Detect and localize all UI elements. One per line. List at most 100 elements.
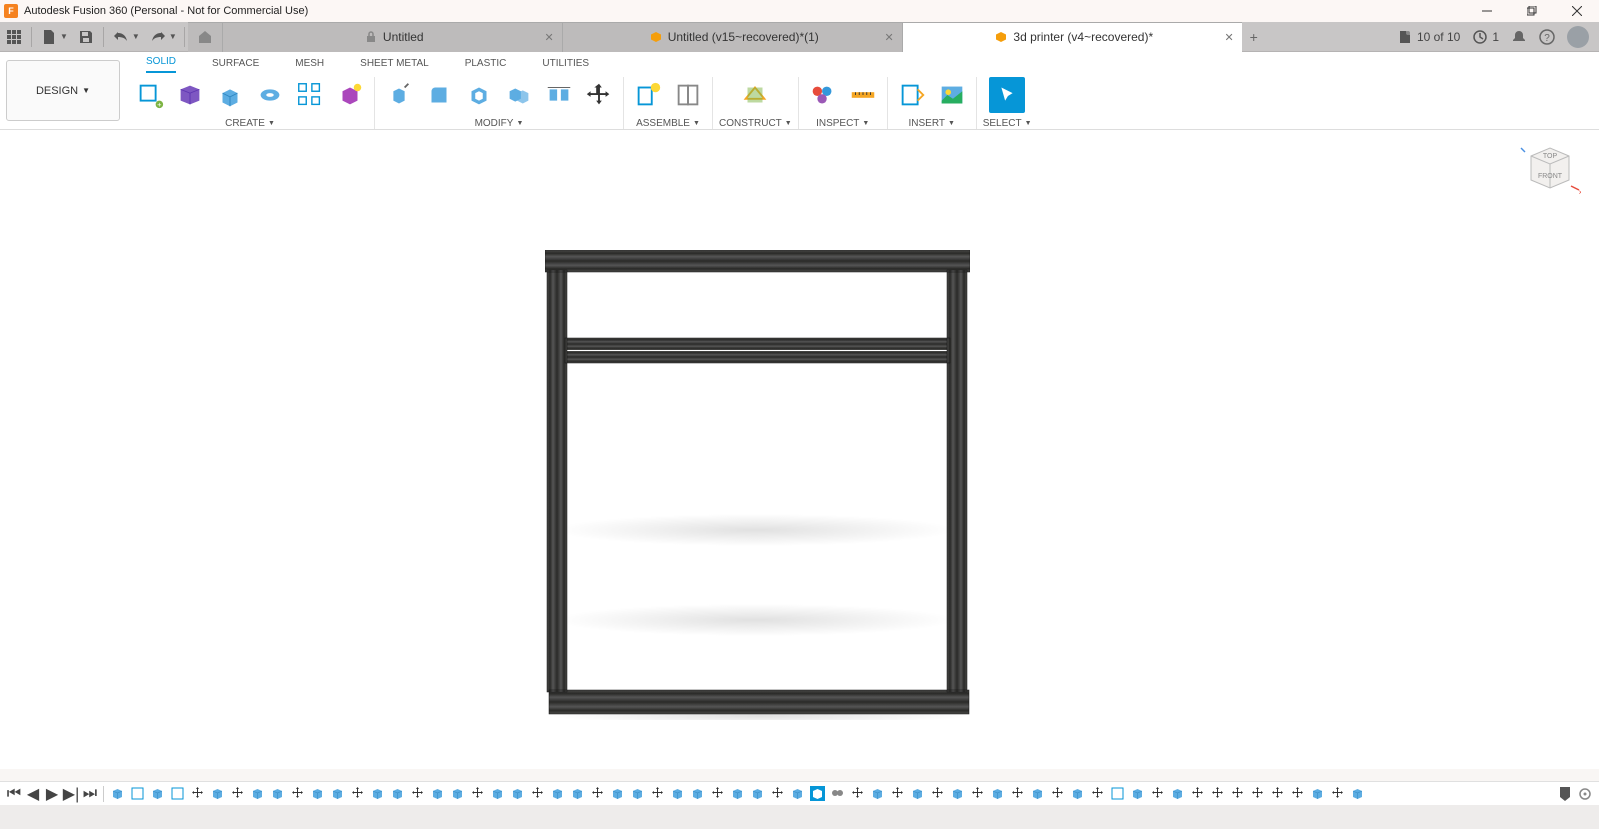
timeline-feature-16[interactable] <box>429 785 446 802</box>
document-tab-0[interactable]: Untitled ✕ <box>222 22 562 52</box>
file-menu-caret[interactable]: ▼ <box>60 32 72 41</box>
timeline-feature-25[interactable] <box>609 785 626 802</box>
timeline-feature-12[interactable] <box>349 785 366 802</box>
press-pull-tool[interactable] <box>381 77 417 113</box>
undo-button[interactable] <box>107 23 135 51</box>
viewcube[interactable]: x TOP FRONT <box>1519 138 1581 200</box>
group-label-assemble[interactable]: ASSEMBLE▼ <box>636 118 700 129</box>
timeline-feature-7[interactable] <box>249 785 266 802</box>
timeline-feature-3[interactable] <box>169 785 186 802</box>
timeline-feature-47[interactable] <box>1049 785 1066 802</box>
joint-tool[interactable] <box>670 77 706 113</box>
ribbon-tab-utilities[interactable]: UTILITIES <box>542 58 589 73</box>
ruler-tool[interactable] <box>845 77 881 113</box>
group-label-inspect[interactable]: INSPECT▼ <box>816 118 869 129</box>
timeline-settings[interactable] <box>1577 786 1593 802</box>
group-label-modify[interactable]: MODIFY▼ <box>475 118 524 129</box>
create-sketch-tool[interactable]: + <box>132 77 168 113</box>
move-tool[interactable] <box>581 77 617 113</box>
timeline-feature-49[interactable] <box>1089 785 1106 802</box>
insert-decal-tool[interactable] <box>934 77 970 113</box>
timeline-feature-30[interactable] <box>709 785 726 802</box>
timeline-feature-24[interactable] <box>589 785 606 802</box>
rect-pattern-tool[interactable] <box>292 77 328 113</box>
revolve-tool[interactable] <box>252 77 288 113</box>
model-frame[interactable] <box>545 250 970 720</box>
combine-tool[interactable] <box>501 77 537 113</box>
timeline-feature-61[interactable] <box>1329 785 1346 802</box>
timeline-feature-46[interactable] <box>1029 785 1046 802</box>
timeline-feature-6[interactable] <box>229 785 246 802</box>
timeline-feature-32[interactable] <box>749 785 766 802</box>
home-tab[interactable] <box>188 22 222 52</box>
redo-caret[interactable]: ▼ <box>169 32 181 41</box>
user-avatar[interactable] <box>1567 26 1589 48</box>
tab-close-1[interactable]: ✕ <box>885 31 894 44</box>
timeline-prev[interactable]: ◀ <box>25 786 41 802</box>
ribbon-tab-surface[interactable]: SURFACE <box>212 58 259 73</box>
minimize-button[interactable] <box>1464 0 1509 22</box>
timeline-feature-1[interactable] <box>129 785 146 802</box>
timeline-feature-51[interactable] <box>1129 785 1146 802</box>
timeline-feature-53[interactable] <box>1169 785 1186 802</box>
ribbon-tab-sheetmetal[interactable]: SHEET METAL <box>360 58 429 73</box>
timeline-feature-4[interactable] <box>189 785 206 802</box>
timeline-feature-19[interactable] <box>489 785 506 802</box>
timeline-feature-10[interactable] <box>309 785 326 802</box>
shell-tool[interactable] <box>461 77 497 113</box>
viewport[interactable]: x TOP FRONT <box>0 130 1599 769</box>
timeline-feature-27[interactable] <box>649 785 666 802</box>
group-label-create[interactable]: CREATE▼ <box>225 118 275 129</box>
group-label-insert[interactable]: INSERT▼ <box>909 118 955 129</box>
timeline-feature-33[interactable] <box>769 785 786 802</box>
timeline-feature-38[interactable] <box>869 785 886 802</box>
select-tool[interactable] <box>989 77 1025 113</box>
file-menu[interactable] <box>35 23 63 51</box>
document-tab-2[interactable]: 3d printer (v4~recovered)* ✕ <box>902 22 1242 52</box>
timeline-feature-41[interactable] <box>929 785 946 802</box>
ribbon-tab-solid[interactable]: SOLID <box>146 56 176 73</box>
timeline-feature-29[interactable] <box>689 785 706 802</box>
data-panel-button[interactable] <box>0 23 28 51</box>
timeline-feature-15[interactable] <box>409 785 426 802</box>
tab-close-0[interactable]: ✕ <box>545 31 554 44</box>
fillet-tool[interactable] <box>421 77 457 113</box>
timeline-feature-37[interactable] <box>849 785 866 802</box>
timeline-feature-45[interactable] <box>1009 785 1026 802</box>
timeline-feature-0[interactable] <box>109 785 126 802</box>
timeline-feature-8[interactable] <box>269 785 286 802</box>
timeline-feature-13[interactable] <box>369 785 386 802</box>
timeline-feature-26[interactable] <box>629 785 646 802</box>
timeline-feature-20[interactable] <box>509 785 526 802</box>
timeline-feature-17[interactable] <box>449 785 466 802</box>
timeline-next[interactable]: ▶| <box>63 786 79 802</box>
timeline-feature-40[interactable] <box>909 785 926 802</box>
timeline-feature-21[interactable] <box>529 785 546 802</box>
timeline-feature-39[interactable] <box>889 785 906 802</box>
insert-derive-tool[interactable] <box>894 77 930 113</box>
timeline-last[interactable]: ⏭ <box>82 786 98 802</box>
construct-plane-tool[interactable] <box>737 77 773 113</box>
tab-close-2[interactable]: ✕ <box>1225 31 1234 44</box>
timeline-feature-52[interactable] <box>1149 785 1166 802</box>
timeline-feature-54[interactable] <box>1189 785 1206 802</box>
timeline-feature-23[interactable] <box>569 785 586 802</box>
ribbon-tab-mesh[interactable]: MESH <box>295 58 324 73</box>
measure-tool[interactable] <box>805 77 841 113</box>
extrude-tool[interactable] <box>212 77 248 113</box>
maximize-button[interactable] <box>1509 0 1554 22</box>
help-button[interactable]: ? <box>1539 29 1555 45</box>
timeline-feature-9[interactable] <box>289 785 306 802</box>
timeline-feature-34[interactable] <box>789 785 806 802</box>
save-button[interactable] <box>72 23 100 51</box>
box-tool[interactable] <box>332 77 368 113</box>
group-label-construct[interactable]: CONSTRUCT▼ <box>719 118 792 129</box>
timeline-feature-59[interactable] <box>1289 785 1306 802</box>
timeline-feature-44[interactable] <box>989 785 1006 802</box>
create-form-tool[interactable] <box>172 77 208 113</box>
timeline-feature-22[interactable] <box>549 785 566 802</box>
timeline-feature-50[interactable] <box>1109 785 1126 802</box>
timeline-marker[interactable] <box>1557 786 1573 802</box>
notifications-button[interactable] <box>1511 29 1527 45</box>
timeline-feature-58[interactable] <box>1269 785 1286 802</box>
